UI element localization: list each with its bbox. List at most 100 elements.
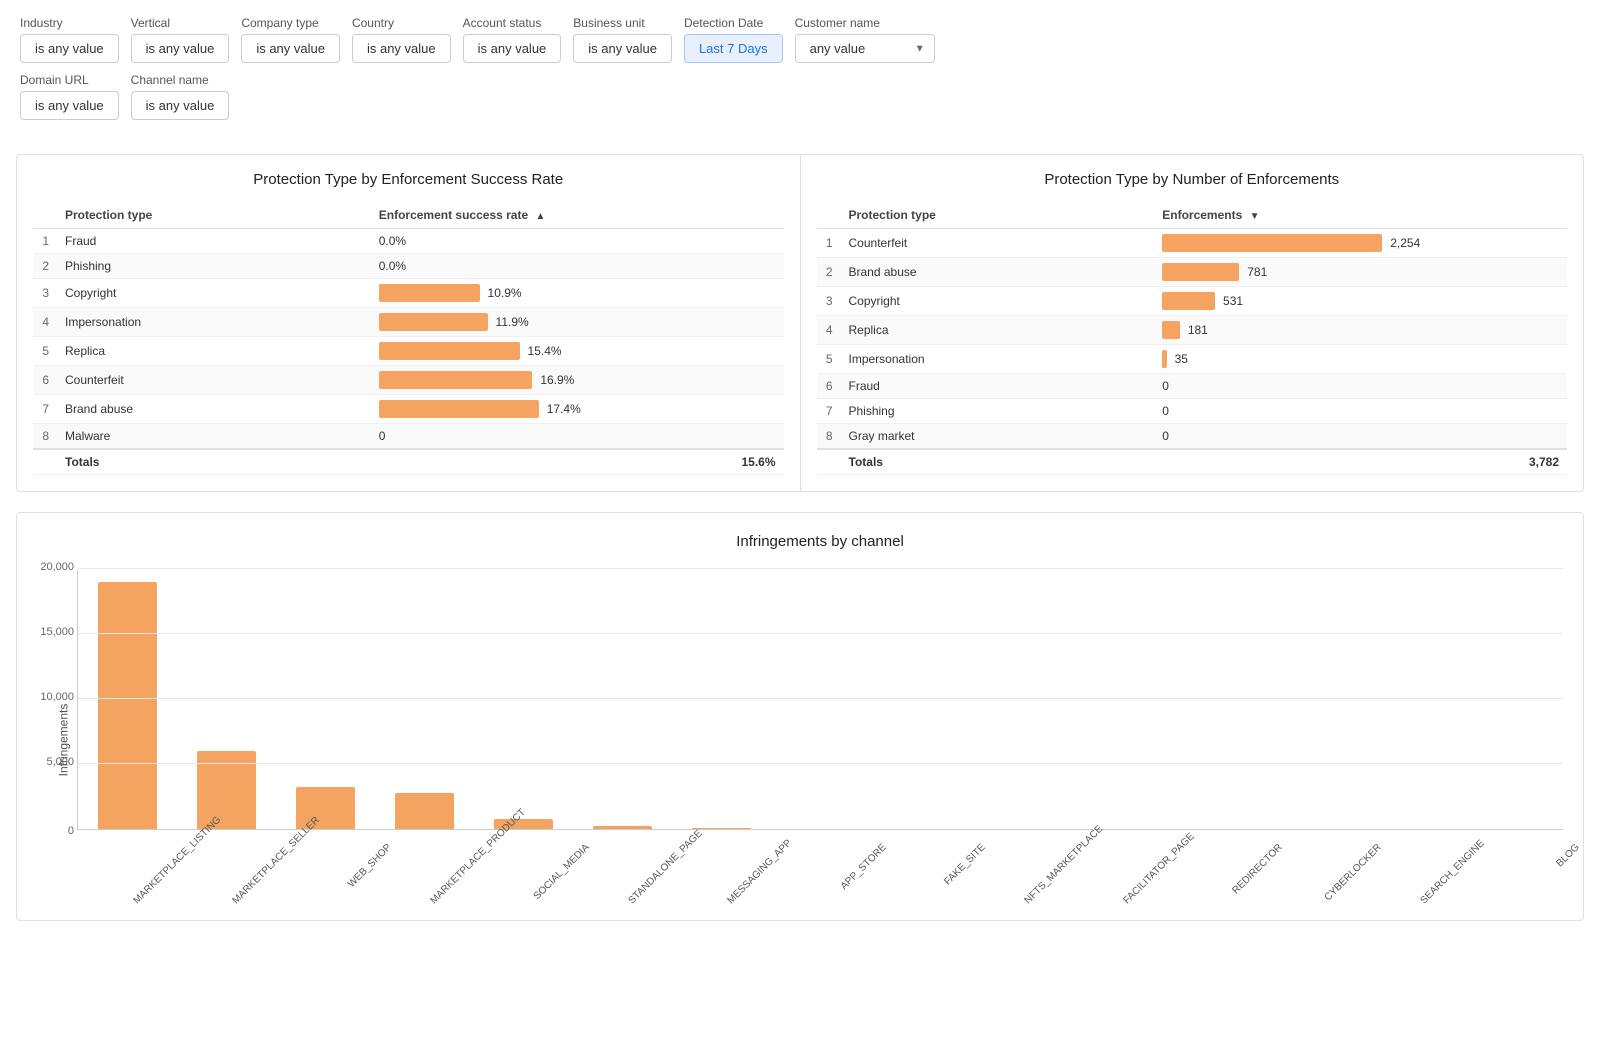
row-num: 3 [33, 279, 57, 308]
bar-cell: 0 [1154, 424, 1567, 450]
table-row: 5Replica15.4% [33, 337, 784, 366]
table-row: 1Counterfeit2,254 [817, 229, 1568, 258]
row-num: 5 [817, 345, 841, 374]
bar-cell: 11.9% [371, 308, 784, 337]
protection-type-name: Gray market [841, 424, 1155, 450]
totals-value: 3,782 [1154, 449, 1567, 475]
filter-group-vertical: Vertical is any value [131, 16, 230, 63]
chart1-col-num [33, 202, 57, 229]
chart1-col-type[interactable]: Protection type [57, 202, 371, 229]
filter-btn-detection-date[interactable]: Last 7 Days [684, 34, 783, 63]
bar-col [969, 570, 1068, 829]
row-num: 7 [33, 395, 57, 424]
filter-label: Vertical [131, 16, 230, 30]
protection-type-name: Counterfeit [57, 366, 371, 395]
bar-cell: 0.0% [371, 254, 784, 279]
bar-cell: 0 [1154, 374, 1567, 399]
protection-type-name: Brand abuse [841, 258, 1155, 287]
table-row: 1Fraud0.0% [33, 229, 784, 254]
filter-label: Channel name [131, 73, 230, 87]
filter-label: Customer name [795, 16, 935, 30]
filter-label: Country [352, 16, 451, 30]
filter-label: Domain URL [20, 73, 119, 87]
protection-type-name: Fraud [57, 229, 371, 254]
y-axis-label: Infringements [56, 704, 70, 777]
bar-cell: 16.9% [371, 366, 784, 395]
bar-cell: 0.0% [371, 229, 784, 254]
filter-group-country: Country is any value [352, 16, 451, 63]
filter-label: Detection Date [684, 16, 783, 30]
totals-value: 15.6% [371, 449, 784, 475]
protection-type-name: Brand abuse [57, 395, 371, 424]
filter-btn-country[interactable]: is any value [352, 34, 451, 63]
table-row: 6Fraud0 [817, 374, 1568, 399]
row-num: 8 [817, 424, 841, 450]
chart2-col-count[interactable]: Enforcements ▼ [1154, 202, 1567, 229]
filter-group-detection-date: Detection Date Last 7 Days [684, 16, 783, 63]
filter-btn-company-type[interactable]: is any value [241, 34, 340, 63]
chart2-col-num [817, 202, 841, 229]
chart2-col-type[interactable]: Protection type [841, 202, 1155, 229]
bar-cell: 2,254 [1154, 229, 1567, 258]
bar-col [1167, 570, 1266, 829]
row-num: 6 [33, 366, 57, 395]
customer-name-select[interactable]: any value [795, 34, 935, 63]
filter-label: Industry [20, 16, 119, 30]
totals-label [33, 449, 57, 475]
filter-btn-business-unit[interactable]: is any value [573, 34, 672, 63]
bar-cell: 531 [1154, 287, 1567, 316]
table-row: 8Gray market0 [817, 424, 1568, 450]
filters-section: Industry is any value Vertical is any value… [0, 0, 1600, 138]
bars-row: 20,00015,00010,0005,0000 [77, 570, 1563, 830]
bar-cell: 0 [371, 424, 784, 450]
filter-btn-channel-name[interactable]: is any value [131, 91, 230, 120]
table-row: 6Counterfeit16.9% [33, 366, 784, 395]
table-row: 7Brand abuse17.4% [33, 395, 784, 424]
x-axis-label: BLOG [1517, 842, 1600, 947]
row-num: 5 [33, 337, 57, 366]
chart-enforcement-success: Protection Type by Enforcement Success R… [17, 155, 801, 491]
sort-desc-icon: ▲ [535, 211, 545, 222]
sort-desc-icon2: ▼ [1250, 211, 1260, 222]
chart1-col-rate[interactable]: Enforcement success rate ▲ [371, 202, 784, 229]
filter-group-customer-name: Customer name any value [795, 16, 935, 63]
table-row: 4Replica181 [817, 316, 1568, 345]
protection-type-name: Impersonation [841, 345, 1155, 374]
filter-btn-domain-url[interactable]: is any value [20, 91, 119, 120]
row-num: 8 [33, 424, 57, 450]
filter-btn-vertical[interactable]: is any value [131, 34, 230, 63]
totals-label-text: Totals [841, 449, 1155, 475]
chart1-title: Protection Type by Enforcement Success R… [33, 171, 784, 188]
filter-group-business-unit: Business unitis any value [573, 16, 672, 63]
chart1-table: Protection type Enforcement success rate… [33, 202, 784, 475]
protection-type-name: Impersonation [57, 308, 371, 337]
totals-label [817, 449, 841, 475]
bar-col [177, 570, 276, 829]
row-num: 3 [817, 287, 841, 316]
table-row: 5Impersonation35 [817, 345, 1568, 374]
bar-col [1464, 570, 1563, 829]
filter-group-channel-name: Channel name is any value [131, 73, 230, 120]
filter-select-wrap: any value [795, 34, 935, 63]
bar-cell: 17.4% [371, 395, 784, 424]
bar-col [375, 570, 474, 829]
protection-type-name: Fraud [841, 374, 1155, 399]
table-row: 3Copyright10.9% [33, 279, 784, 308]
vertical-bar [395, 793, 454, 829]
row-num: 4 [817, 316, 841, 345]
row-num: 7 [817, 399, 841, 424]
table-row: 3Copyright531 [817, 287, 1568, 316]
bar-col [1266, 570, 1365, 829]
table-row: 2Phishing0.0% [33, 254, 784, 279]
filter-btn-industry[interactable]: is any value [20, 34, 119, 63]
vertical-bar [98, 582, 157, 829]
filter-btn-account-status[interactable]: is any value [463, 34, 562, 63]
filter-group-industry: Industry is any value [20, 16, 119, 63]
protection-type-name: Replica [841, 316, 1155, 345]
bar-cell: 181 [1154, 316, 1567, 345]
x-labels-row: MARKETPLACE_LISTINGMARKETPLACE_SELLERWEB… [77, 830, 1563, 910]
vertical-bar [692, 828, 751, 829]
vertical-bar [593, 826, 652, 829]
filter-row-2: Domain URL is any value Channel name is any… [20, 73, 1580, 120]
totals-row: Totals15.6% [33, 449, 784, 475]
